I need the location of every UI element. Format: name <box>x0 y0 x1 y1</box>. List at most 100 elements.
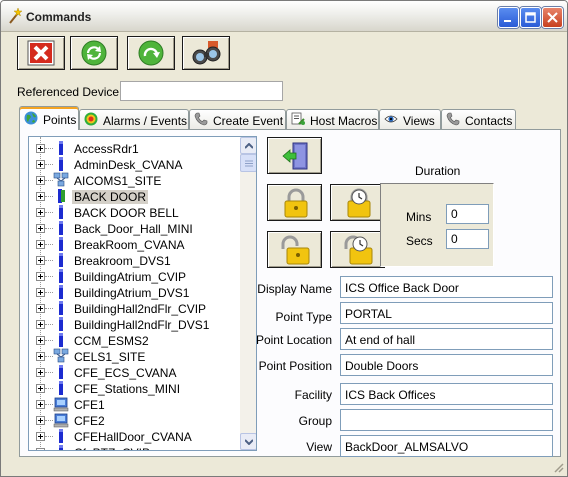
point-position-field[interactable]: Double Doors <box>340 354 553 376</box>
redo-button[interactable] <box>127 36 175 70</box>
device-icon <box>59 301 63 315</box>
point-type-field[interactable]: PORTAL <box>340 302 553 324</box>
expand-icon[interactable] <box>36 304 45 313</box>
tree-item[interactable]: BuildingAtrium_CVIP <box>29 268 237 284</box>
tree-item[interactable]: Back_Door_Hall_MINI <box>29 220 237 236</box>
view-field[interactable]: BackDoor_ALMSALVO <box>340 435 553 457</box>
tree-item-label: BuildingAtrium_DVS1 <box>74 286 190 300</box>
refresh-button[interactable] <box>70 36 118 70</box>
point-location-label: Point Location <box>255 333 332 347</box>
tab-contacts[interactable]: Contacts <box>441 109 516 129</box>
expand-icon[interactable] <box>36 144 45 153</box>
mins-field[interactable]: 0 <box>446 204 489 224</box>
group-field[interactable] <box>340 409 553 431</box>
expand-icon[interactable] <box>36 192 45 201</box>
maximize-button[interactable] <box>520 7 541 28</box>
device-icon <box>59 381 63 395</box>
tree-item[interactable]: AdminDesk_CVANA <box>29 156 237 172</box>
tree-item[interactable]: BACK DOOR <box>29 188 237 204</box>
expand-icon[interactable] <box>36 256 45 265</box>
macro-icon <box>291 112 305 125</box>
device-icon <box>59 205 63 219</box>
expand-icon[interactable] <box>36 272 45 281</box>
tree-item[interactable]: CFE2 <box>29 412 237 428</box>
timed-lock-button[interactable] <box>330 184 385 221</box>
expand-icon[interactable] <box>36 208 45 217</box>
point-location-field[interactable]: At end of hall <box>340 328 553 350</box>
tree-connector <box>45 276 53 277</box>
tree-item[interactable]: CCM_ESMS2 <box>29 332 237 348</box>
points-tree[interactable]: AccessRdr1 AdminDesk_CVANA AICOMS1_SITE BAC… <box>28 136 257 451</box>
device-icon <box>59 285 63 299</box>
lock-button[interactable] <box>267 184 322 221</box>
referenced-device-field[interactable] <box>120 81 283 101</box>
computer-icon <box>53 397 69 412</box>
tree-item[interactable]: BuildingHall2ndFlr_DVS1 <box>29 316 237 332</box>
expand-icon[interactable] <box>36 384 45 393</box>
secs-field[interactable]: 0 <box>446 229 489 249</box>
unlock-timer-icon <box>344 235 373 265</box>
facility-field[interactable]: ICS Back Offices <box>340 383 553 405</box>
cancel-button[interactable] <box>17 36 65 70</box>
chevron-up-icon <box>245 143 253 149</box>
tree-item-label: BuildingAtrium_CVIP <box>74 270 187 284</box>
expand-icon[interactable] <box>36 240 45 249</box>
expand-icon[interactable] <box>36 400 45 409</box>
expand-icon[interactable] <box>36 160 45 169</box>
scroll-up-button[interactable] <box>240 137 256 154</box>
expand-icon[interactable] <box>36 352 45 361</box>
phone-icon <box>446 112 460 126</box>
tree-item[interactable]: Breakroom_DVS1 <box>29 252 237 268</box>
scroll-thumb[interactable] <box>240 154 256 172</box>
tree-item[interactable]: CFEHallDoor_CVANA <box>29 428 237 444</box>
tree-item-label: BreakRoom_CVANA <box>74 238 185 252</box>
magic-wand-icon <box>9 8 22 24</box>
expand-icon[interactable] <box>36 288 45 297</box>
view-label: View <box>306 440 332 454</box>
tab-points[interactable]: Points <box>19 106 79 130</box>
maximize-icon <box>525 12 536 23</box>
unlock-button[interactable] <box>267 231 322 268</box>
device-icon <box>59 429 63 443</box>
tab-views[interactable]: Views <box>379 109 441 129</box>
tree-item[interactable]: CFE_Stations_MINI <box>29 380 237 396</box>
expand-icon[interactable] <box>36 336 45 345</box>
tab-create-event[interactable]: Create Event <box>189 109 286 129</box>
device-icon <box>59 157 63 171</box>
expand-icon[interactable] <box>36 368 45 377</box>
tree-item[interactable]: BACK DOOR BELL <box>29 204 237 220</box>
tab-alarms-events[interactable]: Alarms / Events <box>79 109 189 129</box>
title-bar[interactable]: Commands <box>1 1 567 32</box>
timed-unlock-button[interactable] <box>330 231 385 268</box>
tree-item[interactable]: CELS1_SITE <box>29 348 237 364</box>
expand-icon[interactable] <box>36 448 45 450</box>
display-name-field[interactable]: ICS Office Back Door <box>340 276 553 298</box>
exit-door-button[interactable] <box>267 137 322 174</box>
expand-icon[interactable] <box>36 432 45 441</box>
tree-item[interactable]: BreakRoom_CVANA <box>29 236 237 252</box>
tree-item[interactable]: AICOMS1_SITE <box>29 172 237 188</box>
tab-label: Views <box>403 114 435 128</box>
tree-item[interactable]: CfePTZ_CVIP <box>29 444 237 450</box>
tree-item-label: Back_Door_Hall_MINI <box>74 222 193 236</box>
tree-item[interactable]: CFE_ECS_CVANA <box>29 364 237 380</box>
device-icon <box>59 141 63 155</box>
find-button[interactable] <box>182 36 230 70</box>
tab-label: Create Event <box>213 114 284 128</box>
expand-icon[interactable] <box>36 416 45 425</box>
minimize-button[interactable] <box>498 7 519 28</box>
expand-icon[interactable] <box>36 224 45 233</box>
tree-item[interactable]: BuildingAtrium_DVS1 <box>29 284 237 300</box>
expand-icon[interactable] <box>36 320 45 329</box>
tree-item[interactable]: AccessRdr1 <box>29 140 237 156</box>
device-icon <box>59 365 63 379</box>
expand-icon[interactable] <box>36 176 45 185</box>
tree-item[interactable]: CFE1 <box>29 396 237 412</box>
tree-connector <box>45 228 53 229</box>
tree-item-label: CFEHallDoor_CVANA <box>74 430 192 444</box>
close-button[interactable] <box>542 7 563 28</box>
tree-item[interactable]: BuildingHall2ndFlr_CVIP <box>29 300 237 316</box>
resize-grip-icon[interactable] <box>552 461 564 473</box>
tab-host-macros[interactable]: Host Macros <box>286 109 379 129</box>
tree-connector <box>45 164 53 165</box>
